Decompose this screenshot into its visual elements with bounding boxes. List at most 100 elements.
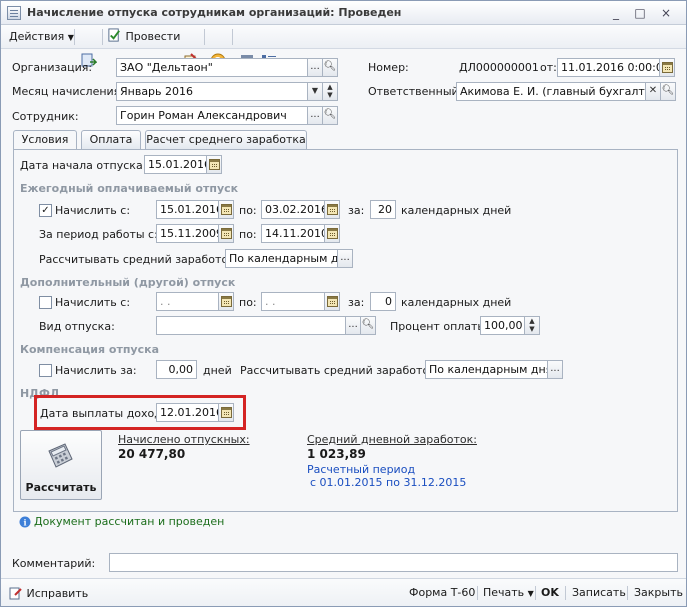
maximize-button[interactable]: □ bbox=[633, 6, 647, 20]
vacation-kind-field[interactable] bbox=[156, 316, 346, 335]
add-accrue-checkbox[interactable] bbox=[39, 296, 52, 309]
organization-field[interactable]: ЗАО "Дельтаон" bbox=[116, 58, 308, 77]
fix-label: Исправить bbox=[26, 587, 89, 600]
spinner-arrows-icon: ▲ ▼ bbox=[529, 317, 535, 333]
document-date-field[interactable]: 11.01.2016 0:00:00 bbox=[557, 58, 660, 77]
responsible-field[interactable]: Акимова Е. И. (главный бухгалтер) bbox=[456, 82, 646, 101]
work-from-calendar-button[interactable] bbox=[218, 224, 234, 243]
responsible-clear-button[interactable]: ✕ bbox=[645, 82, 661, 101]
comp-avg-field[interactable]: По календарным дням bbox=[425, 360, 548, 379]
bottom-bar: Исправить Форма Т-60 Печать ▼ OK Записат… bbox=[1, 578, 686, 606]
tab-payment[interactable]: Оплата bbox=[81, 130, 141, 149]
footer-separator bbox=[627, 586, 628, 600]
toolbar: Действия ▼ Провести ? bbox=[1, 25, 686, 69]
work-to-field[interactable]: 14.11.2010 bbox=[261, 224, 325, 243]
post-label: Провести bbox=[125, 30, 181, 43]
toolbar-separator bbox=[102, 29, 103, 45]
vacation-start-field[interactable]: 15.01.2016 bbox=[144, 155, 207, 174]
days-field[interactable]: 20 bbox=[370, 200, 396, 219]
payment-percent-field[interactable]: 100,00 bbox=[480, 316, 525, 335]
footer-separator bbox=[477, 586, 478, 600]
title-bar: Начисление отпуска сотрудникам организац… bbox=[1, 1, 686, 25]
post-document-icon bbox=[108, 28, 120, 42]
print-button[interactable]: Печать ▼ bbox=[483, 586, 534, 599]
avg-calc-field[interactable]: По календарным дням bbox=[225, 249, 338, 268]
save-button[interactable]: Записать bbox=[572, 586, 626, 599]
document-window: Начисление отпуска сотрудникам организац… bbox=[0, 0, 687, 607]
calendar-icon bbox=[327, 228, 338, 239]
calendar-icon bbox=[327, 296, 338, 307]
avg-calc-label: Рассчитывать средний заработок: bbox=[39, 253, 239, 266]
calc-period-dates-link[interactable]: с 01.01.2015 по 31.12.2015 bbox=[310, 476, 466, 489]
document-date-calendar-button[interactable] bbox=[659, 58, 675, 77]
calculate-label: Рассчитать bbox=[25, 481, 97, 494]
calendar-icon bbox=[221, 204, 232, 215]
compensation-section-title: Компенсация отпуска bbox=[20, 343, 160, 356]
organization-search-icon[interactable]: 🔍︎ bbox=[322, 58, 338, 77]
comp-days-field[interactable]: 0,00 bbox=[156, 360, 197, 379]
info-icon: i bbox=[19, 516, 31, 528]
chevron-down-icon: ▼ bbox=[527, 589, 534, 598]
vacation-start-label: Дата начала отпуска: bbox=[20, 159, 147, 172]
comment-field[interactable] bbox=[109, 553, 678, 572]
close-button[interactable]: Закрыть bbox=[634, 586, 683, 599]
chevron-down-icon: ▼ bbox=[311, 86, 319, 95]
vacation-kind-search-icon[interactable]: 🔍︎ bbox=[360, 316, 376, 335]
work-to-calendar-button[interactable] bbox=[324, 224, 340, 243]
employee-search-icon[interactable]: 🔍︎ bbox=[322, 106, 338, 125]
month-dropdown-button[interactable]: ▼ bbox=[307, 82, 323, 101]
toolbar-separator bbox=[74, 29, 75, 45]
vacation-start-calendar-button[interactable] bbox=[206, 155, 222, 174]
vacation-kind-select-button[interactable]: ... bbox=[345, 316, 361, 335]
close-window-button[interactable]: × bbox=[659, 6, 673, 20]
footer-separator bbox=[565, 586, 566, 600]
fix-document-icon bbox=[9, 587, 22, 600]
add-to-calendar-button[interactable] bbox=[324, 292, 340, 311]
calculate-button[interactable]: Рассчитать bbox=[20, 430, 102, 500]
calendar-icon bbox=[327, 204, 338, 215]
add-from-calendar-button[interactable] bbox=[218, 292, 234, 311]
fix-button[interactable]: Исправить bbox=[9, 586, 88, 600]
footer-separator bbox=[535, 586, 536, 600]
organization-select-button[interactable]: ... bbox=[307, 58, 323, 77]
responsible-search-icon[interactable]: 🔍︎ bbox=[660, 82, 676, 101]
add-days-unit-label: календарных дней bbox=[401, 296, 512, 309]
check-icon: ✓ bbox=[41, 205, 50, 216]
add-days-for-label: за: bbox=[348, 296, 365, 309]
employee-field[interactable]: Горин Роман Александрович bbox=[116, 106, 308, 125]
avg-daily-value: 1 023,89 bbox=[307, 447, 366, 461]
status-message: Документ рассчитан и проведен bbox=[34, 515, 225, 528]
month-spinner[interactable]: ▲ ▼ bbox=[322, 82, 338, 101]
add-from-field[interactable]: . . bbox=[156, 292, 219, 311]
employee-select-button[interactable]: ... bbox=[307, 106, 323, 125]
accrue-from-field[interactable]: 15.01.2016 bbox=[156, 200, 219, 219]
tab-average-earnings[interactable]: Расчет среднего заработка bbox=[145, 130, 307, 149]
toolbar-separator bbox=[232, 29, 233, 45]
tab-conditions[interactable]: Условия bbox=[13, 130, 77, 150]
add-to-field[interactable]: . . bbox=[261, 292, 325, 311]
comp-accrue-checkbox[interactable] bbox=[39, 364, 52, 377]
calc-period-link[interactable]: Расчетный период bbox=[307, 463, 415, 476]
month-field[interactable]: Январь 2016 bbox=[116, 82, 308, 101]
payment-percent-label: Процент оплаты: bbox=[390, 320, 490, 333]
avg-calc-select-button[interactable]: ... bbox=[337, 249, 353, 268]
form-t60-button[interactable]: Форма Т-60 bbox=[409, 586, 475, 599]
payment-percent-spinner[interactable]: ▲ ▼ bbox=[524, 316, 540, 335]
accrue-checkbox[interactable]: ✓ bbox=[39, 204, 52, 217]
actions-label: Действия bbox=[9, 30, 65, 43]
accrue-to-calendar-button[interactable] bbox=[324, 200, 340, 219]
comp-avg-select-button[interactable]: ... bbox=[547, 360, 563, 379]
work-from-field[interactable]: 15.11.2009 bbox=[156, 224, 219, 243]
post-button[interactable]: Провести bbox=[107, 28, 180, 46]
actions-menu-button[interactable]: Действия ▼ bbox=[9, 28, 74, 46]
minimize-button[interactable]: _ bbox=[609, 6, 623, 20]
annual-section-title: Ежегодный оплачиваемый отпуск bbox=[20, 182, 239, 195]
accrue-from-calendar-button[interactable] bbox=[218, 200, 234, 219]
print-label: Печать bbox=[483, 586, 525, 599]
toolbar-separator bbox=[204, 29, 205, 45]
ok-button[interactable]: OK bbox=[541, 586, 559, 599]
add-days-field[interactable]: 0 bbox=[370, 292, 396, 311]
window-title: Начисление отпуска сотрудникам организац… bbox=[27, 6, 402, 19]
accrue-to-field[interactable]: 03.02.2016 bbox=[261, 200, 325, 219]
document-icon bbox=[7, 6, 21, 20]
